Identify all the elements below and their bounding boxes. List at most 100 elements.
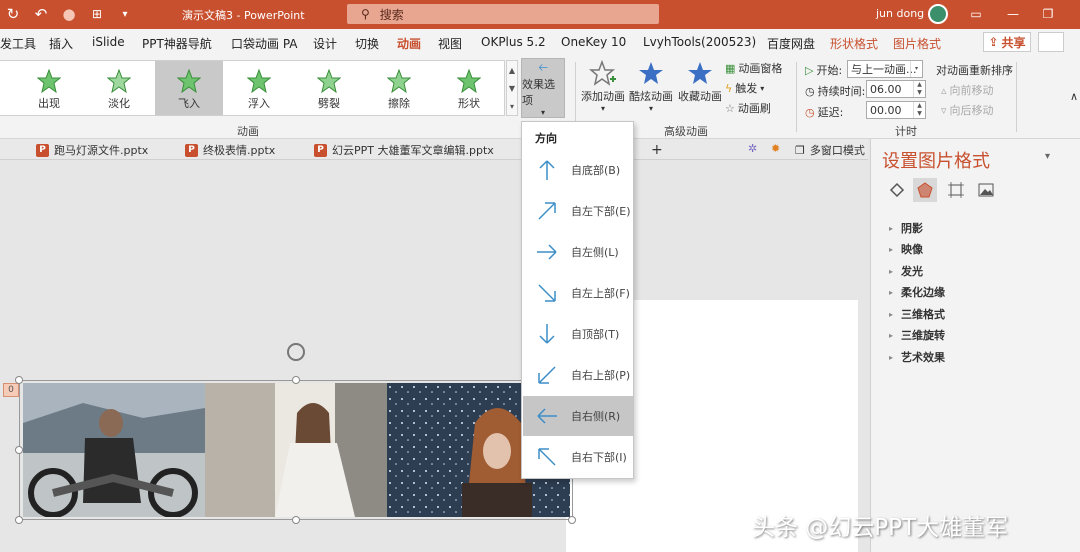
resize-handle[interactable] — [15, 376, 23, 384]
anim-fly-in[interactable]: 飞入 — [155, 61, 223, 115]
section-label: 发光 — [901, 265, 924, 278]
star-icon — [37, 69, 61, 93]
section-glow[interactable]: ▸ 发光 — [889, 263, 923, 279]
resize-handle[interactable] — [292, 516, 300, 524]
direction-from-left[interactable]: 自左侧(L) — [523, 232, 633, 272]
spinner-icon[interactable]: ▲ ▼ — [913, 102, 925, 118]
picture-strip[interactable] — [23, 383, 570, 517]
autosave-icon[interactable]: ↻ — [4, 4, 22, 24]
anim-split[interactable]: 劈裂 — [295, 61, 363, 115]
comments-button[interactable] — [1038, 32, 1064, 52]
tab-shape-format[interactable]: 形状格式 — [830, 35, 878, 52]
add-animation-button[interactable]: 添加动画 ▾ — [581, 60, 625, 113]
share-button[interactable]: ⇪ 共享 — [983, 32, 1031, 52]
resize-handle[interactable] — [568, 516, 576, 524]
doc-tab[interactable]: P 幻云PPT 大雄董军文章编辑.pptx — [314, 142, 494, 158]
title-bar: ↻ ↶ ● ⊞ ▾ 演示文稿3 - PowerPoint ⚲ 搜索 jun do… — [0, 0, 1080, 29]
anim-wipe[interactable]: 擦除 — [365, 61, 433, 115]
trigger-button[interactable]: ϟ 触发 ▾ — [725, 80, 764, 96]
plugin-icon[interactable]: ✲ — [748, 142, 757, 155]
section-3d-format[interactable]: ▸ 三维格式 — [889, 306, 945, 322]
undo-icon[interactable]: ↶ — [32, 4, 50, 24]
direction-label: 自左上部(F) — [571, 287, 630, 300]
anim-float-in[interactable]: 浮入 — [225, 61, 293, 115]
tab-okplus[interactable]: OKPlus 5.2 — [481, 35, 546, 49]
spinner-icon[interactable]: ▲ ▼ — [913, 81, 925, 97]
anim-fade[interactable]: 淡化 — [85, 61, 153, 115]
minimize-icon[interactable]: — — [1003, 4, 1023, 24]
cool-animation-button[interactable]: 酷炫动画 ▾ — [629, 60, 673, 113]
delay-input[interactable]: 00.00 ▲ ▼ — [866, 101, 926, 119]
size-properties-icon[interactable] — [944, 178, 968, 202]
tab-onekey[interactable]: OneKey 10 — [561, 35, 626, 49]
direction-from-right[interactable]: 自右侧(R) — [523, 396, 633, 436]
effect-options-button[interactable]: 效果选项 ▾ — [521, 58, 565, 118]
anim-appear[interactable]: 出现 — [15, 61, 83, 115]
ribbon-display-icon[interactable]: ▭ — [966, 4, 986, 24]
anim-shape[interactable]: 形状 — [435, 61, 503, 115]
animation-painter-button[interactable]: ☆ 动画刷 — [725, 100, 771, 116]
resize-handle[interactable] — [15, 446, 23, 454]
scroll-up-icon[interactable]: ▲ — [509, 66, 515, 75]
document-title: 演示文稿3 - PowerPoint — [182, 9, 305, 22]
start-value: 与上一动画... — [851, 63, 917, 76]
rotate-handle[interactable] — [287, 343, 305, 361]
section-shadow[interactable]: ▸ 阴影 — [889, 220, 923, 236]
move-later-button[interactable]: ▿ 向后移动 — [941, 102, 994, 118]
section-soft-edges[interactable]: ▸ 柔化边缘 — [889, 284, 945, 300]
resize-handle[interactable] — [292, 376, 300, 384]
tab-pocket-animation[interactable]: 口袋动画 PA — [231, 35, 298, 52]
tab-design[interactable]: 设计 — [313, 35, 337, 52]
new-tab-icon[interactable]: + — [651, 142, 663, 158]
tab-lvyhtools[interactable]: LvyhTools(200523) — [643, 35, 756, 49]
effects-icon[interactable] — [913, 178, 937, 202]
direction-from-top[interactable]: 自顶部(T) — [523, 314, 633, 354]
collect-animation-button[interactable]: 收藏动画 — [678, 60, 722, 104]
play-icon: ▷ — [805, 63, 814, 77]
picture-icon[interactable] — [974, 178, 998, 202]
tab-transitions[interactable]: 切换 — [355, 35, 379, 52]
tab-developer[interactable]: 发工具 — [0, 35, 36, 52]
resize-handle[interactable] — [15, 516, 23, 524]
section-artistic-effects[interactable]: ▸ 艺术效果 — [889, 349, 945, 365]
tab-animations[interactable]: 动画 — [397, 35, 422, 58]
pane-options-icon[interactable]: ▾ — [1045, 151, 1050, 162]
duration-input[interactable]: 06.00 ▲ ▼ — [866, 80, 926, 98]
tab-insert[interactable]: 插入 — [49, 35, 73, 52]
animation-pane-button[interactable]: ▦ 动画窗格 — [725, 60, 782, 76]
direction-from-bottom-left[interactable]: 自左下部(E) — [523, 191, 633, 231]
slideshow-icon[interactable]: ⊞ — [88, 4, 106, 24]
gear-icon[interactable]: ✹ — [771, 142, 780, 155]
animation-pane-label: 动画窗格 — [738, 62, 783, 75]
move-earlier-button[interactable]: ▵ 向前移动 — [941, 82, 994, 98]
gallery-more-icon[interactable]: ▾ — [510, 102, 514, 111]
search-box[interactable]: ⚲ 搜索 — [347, 4, 659, 24]
maximize-icon[interactable]: ❐ — [1038, 4, 1058, 24]
customize-toolbar-icon[interactable]: ▾ — [116, 4, 134, 24]
direction-from-bottom-right[interactable]: 自右下部(I) — [523, 437, 633, 477]
tab-islide[interactable]: iSlide — [92, 35, 125, 49]
direction-from-bottom[interactable]: 自底部(B) — [523, 150, 633, 190]
doc-tab[interactable]: P 终极表情.pptx — [185, 142, 275, 158]
redo-icon[interactable]: ● — [60, 4, 78, 24]
scroll-down-icon[interactable]: ▼ — [509, 84, 515, 93]
direction-from-top-left[interactable]: 自左上部(F) — [523, 273, 633, 313]
search-placeholder: 搜索 — [379, 7, 404, 22]
direction-from-top-right[interactable]: 自右上部(P) — [523, 355, 633, 395]
start-select[interactable]: 与上一动画... ▾ — [847, 60, 923, 78]
collapse-ribbon-icon[interactable]: ∧ — [1070, 90, 1078, 103]
tab-picture-format[interactable]: 图片格式 — [893, 35, 941, 52]
fill-line-icon[interactable] — [885, 178, 909, 202]
avatar[interactable] — [928, 4, 948, 24]
chevron-down-icon[interactable]: ▾ — [910, 61, 922, 77]
section-3d-rotation[interactable]: ▸ 三维旋转 — [889, 327, 945, 343]
tab-view[interactable]: 视图 — [438, 35, 462, 52]
tab-baidu-netdisk[interactable]: 百度网盘 — [767, 35, 815, 52]
multi-window-button[interactable]: ❐ 多窗口模式 — [795, 142, 865, 158]
tab-ppt-nav[interactable]: PPT神器导航 — [142, 35, 212, 52]
section-reflection[interactable]: ▸ 映像 — [889, 241, 923, 257]
gallery-scrollbar[interactable]: ▲ ▼ ▾ — [506, 60, 518, 116]
doc-tab[interactable]: P 跑马灯源文件.pptx — [36, 142, 148, 158]
user-name[interactable]: jun dong — [876, 7, 924, 20]
animation-order-tag[interactable]: 0 — [3, 383, 19, 397]
